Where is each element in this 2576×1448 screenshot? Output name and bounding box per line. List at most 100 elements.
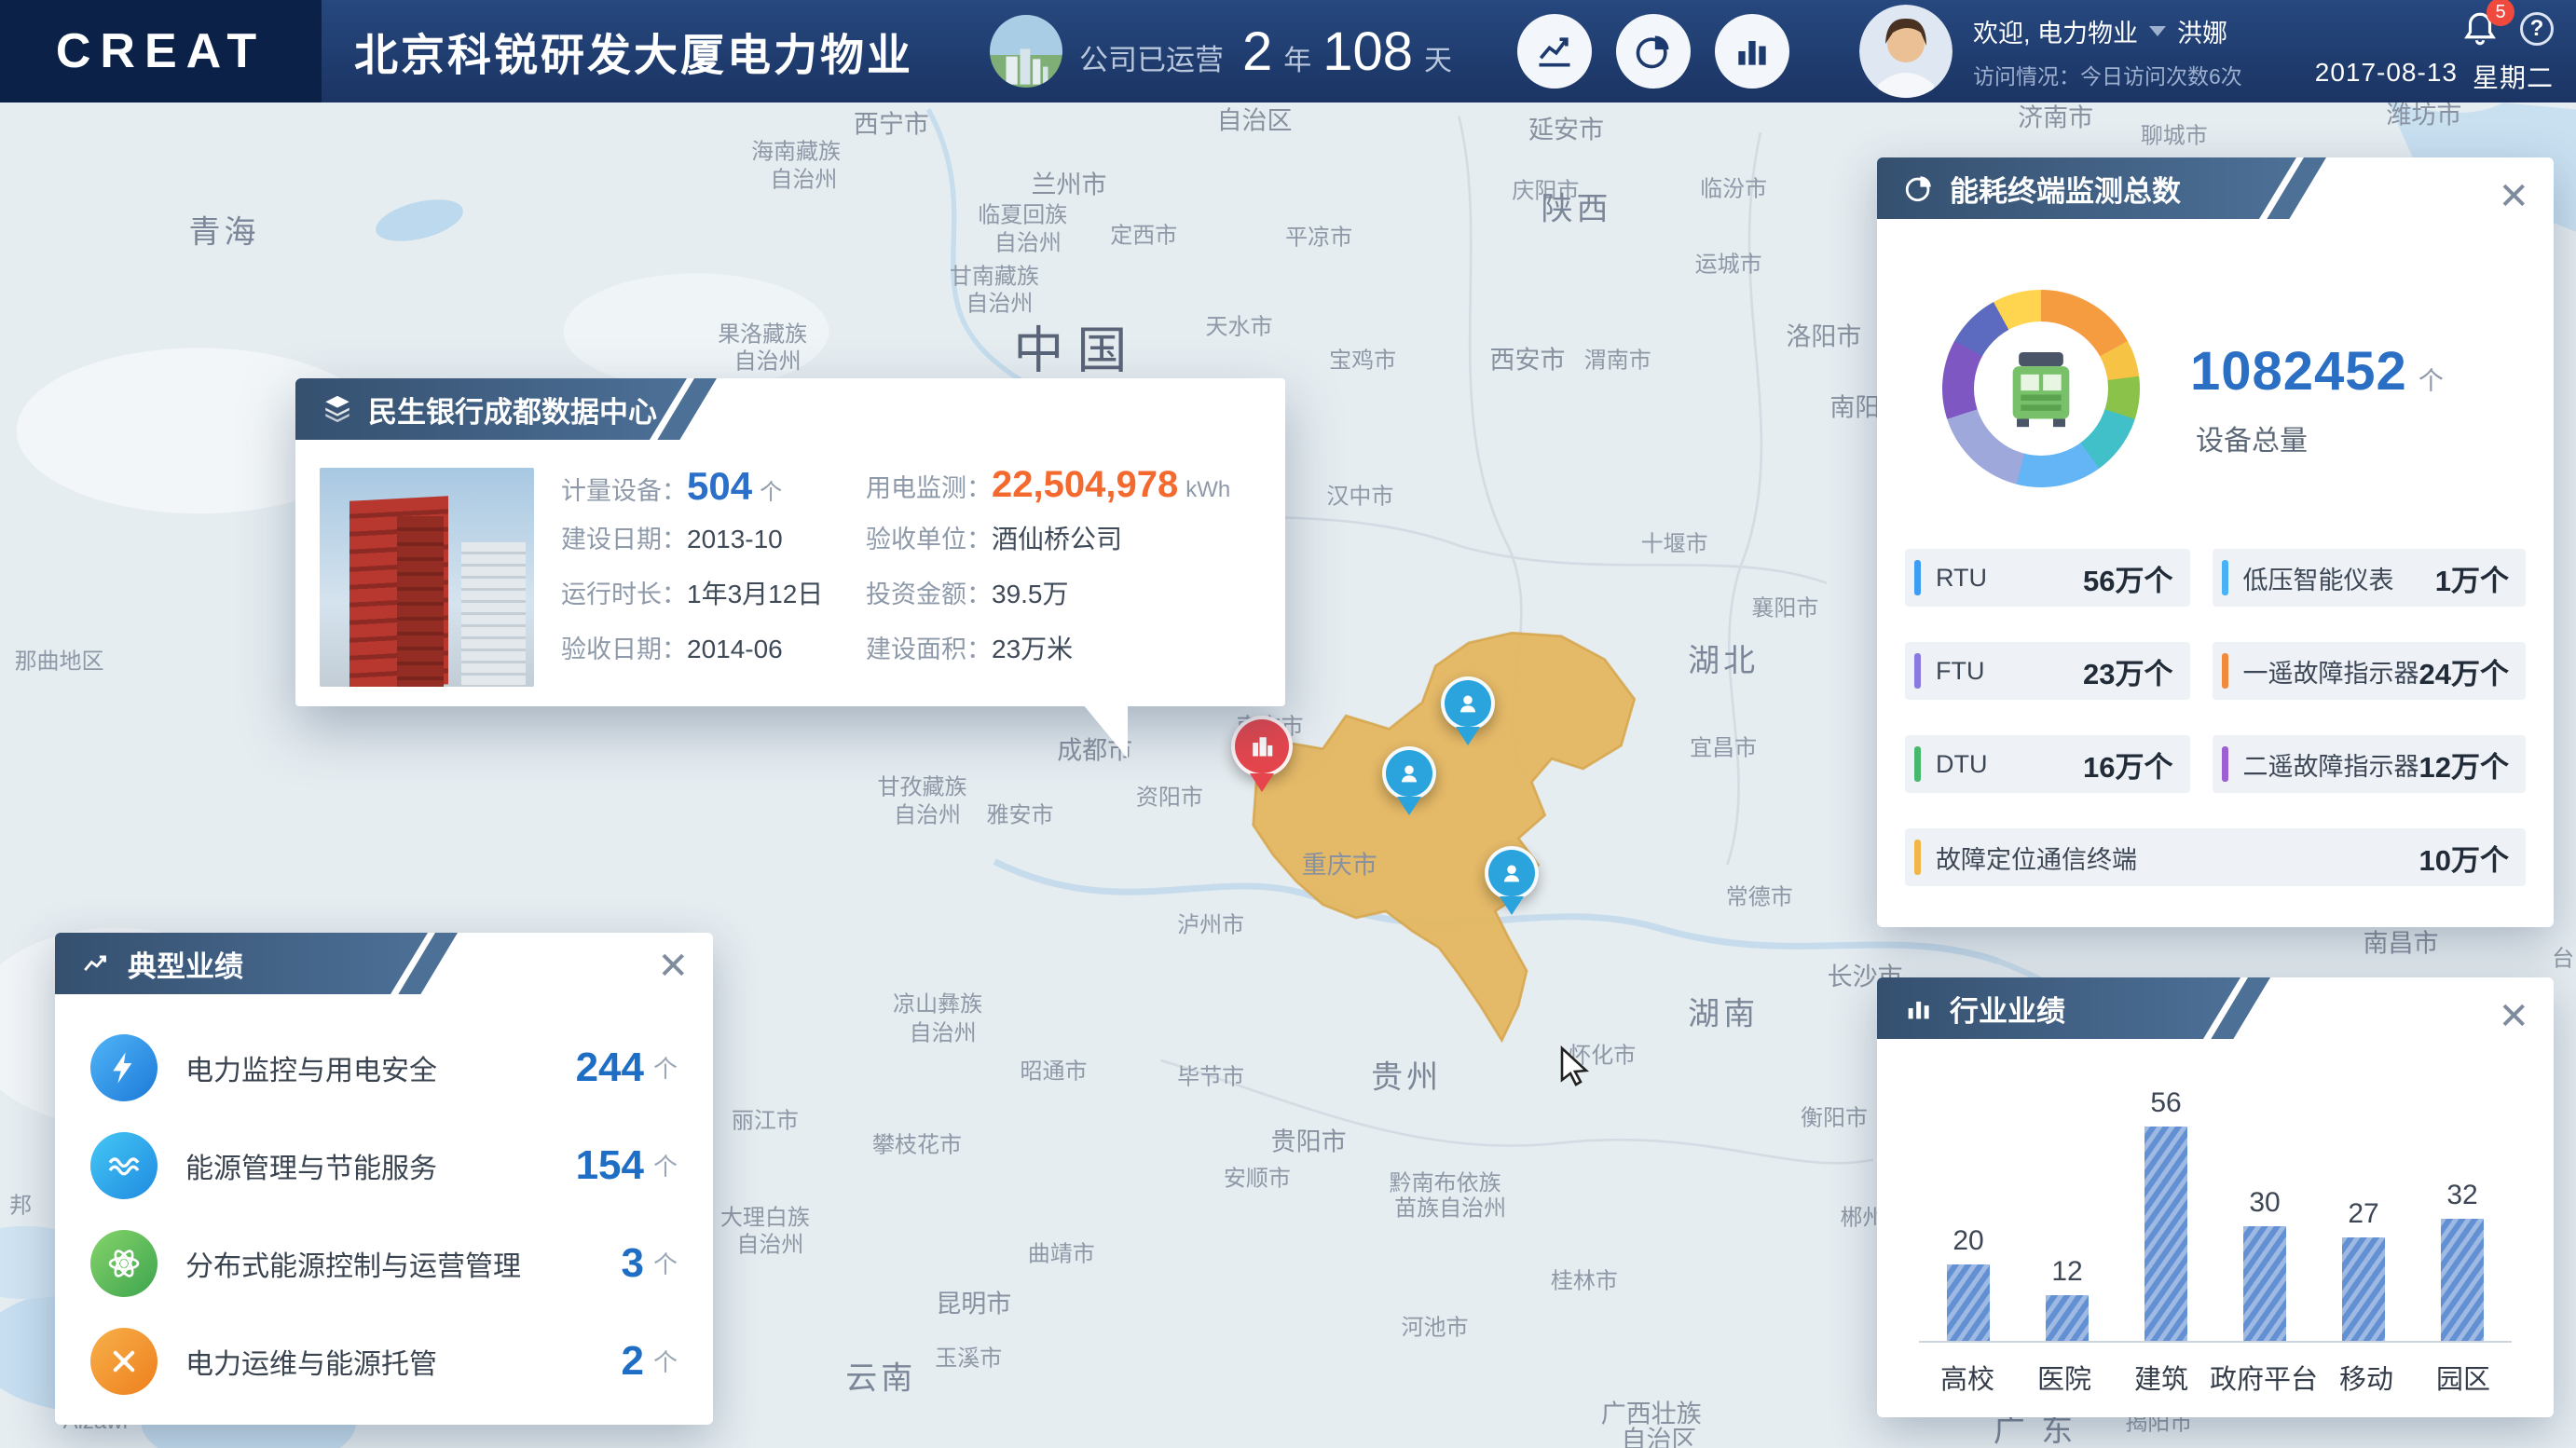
pie-chart-button[interactable] — [1616, 14, 1691, 89]
visits-text: 访问情况：今日访问次数6次 — [1973, 63, 2242, 89]
stat-cell: FTU 23万个 — [1905, 642, 2190, 700]
bar-label: 园区 — [2436, 1365, 2491, 1395]
bar-value: 12 — [2051, 1256, 2083, 1287]
stat-cell: 故障定位通信终端 10万个 — [1905, 828, 2526, 886]
operating-summary: 公司已运营 2 年 108 天 — [990, 0, 1452, 102]
bar-group: 20 — [1919, 1225, 2018, 1341]
performance-row[interactable]: 电力运维与能源托管 2 个 — [90, 1312, 678, 1410]
info-card-title: 民生银行成都数据中心 — [368, 395, 657, 429]
map-label: 平凉市 — [1285, 225, 1353, 251]
device-total: 1082452 — [2190, 341, 2407, 402]
field-label: 建设日期： — [561, 526, 687, 553]
map-label: 襄阳市 — [1751, 595, 1819, 622]
header-corner: 5 ? 2017-08-13 星期二 — [2315, 0, 2554, 95]
map-label: 自治州 — [993, 230, 1062, 256]
user-pin[interactable] — [1485, 846, 1540, 916]
bar-label: 移动 — [2339, 1365, 2394, 1395]
page-title: 北京科锐研发大厦电力物业 — [354, 30, 913, 80]
bar — [2243, 1226, 2286, 1341]
close-button[interactable]: ✕ — [2498, 998, 2529, 1035]
terminal-stats-grid: RTU 56万个 低压智能仪表 1万个 FTU 23万个 一遥故障指示器 24万个 DT… — [1905, 549, 2526, 886]
dashboard: 青海 西宁市 海南藏族 自治州 自治区 延安市 济南市 聊城市 潍坊市 兰州市 临汾市 临夏回族 自治州… — [0, 0, 2576, 1448]
user-group: 欢迎, 电力物业 洪娜 访问情况：今日访问次数6次 — [1859, 5, 2242, 98]
notification-badge: 5 — [2487, 0, 2514, 26]
field-value: 1年3月12日 — [687, 580, 824, 608]
site-pin[interactable] — [1231, 716, 1294, 793]
map-label: 湖南 — [1688, 996, 1760, 1032]
info-field: 验收单位： 酒仙桥公司 — [866, 519, 1230, 574]
performance-row[interactable]: 分布式能源控制与运营管理 3 个 — [90, 1214, 678, 1312]
bar-value: 27 — [2348, 1198, 2379, 1229]
stat-accent — [2221, 560, 2228, 595]
industry-title: 行业业绩 — [1950, 994, 2065, 1028]
stat-cell: RTU 56万个 — [1905, 549, 2190, 607]
bar-group: 27 — [2314, 1198, 2413, 1341]
operating-days: 108 — [1322, 20, 1414, 82]
close-button[interactable]: ✕ — [2498, 178, 2529, 215]
close-button[interactable]: ✕ — [657, 948, 689, 985]
map-label: 青海 — [188, 214, 260, 251]
map-label: 西安市 — [1489, 346, 1566, 375]
user-pin[interactable] — [1381, 745, 1436, 815]
device-icon — [2012, 352, 2070, 428]
bar — [1947, 1264, 1990, 1341]
map-label: 贵州 — [1371, 1059, 1443, 1096]
donut-chart-wrap — [1942, 290, 2140, 487]
performance-row[interactable]: 电力监控与用电安全 244 个 — [90, 1018, 678, 1116]
map-label: 陕西 — [1541, 191, 1612, 227]
user-name[interactable]: 洪娜 — [2177, 13, 2227, 49]
performance-unit: 个 — [652, 1153, 678, 1181]
logo[interactable]: CREAT — [0, 0, 322, 102]
performance-panel-header: 典型业绩 — [55, 933, 428, 994]
operating-days-unit: 天 — [1424, 45, 1453, 76]
performance-label: 电力运维与能源托管 — [185, 1348, 437, 1380]
device-total-unit: 个 — [2418, 367, 2444, 395]
company-building-icon — [990, 15, 1062, 88]
bar-label: 高校 — [1939, 1365, 1994, 1395]
map-label: 昆明市 — [936, 1290, 1012, 1318]
map-label: 丽江市 — [731, 1108, 799, 1134]
trend-chart-button[interactable] — [1517, 14, 1592, 89]
field-value: 酒仙桥公司 — [992, 525, 1123, 553]
industry-panel: 行业业绩 ✕ 20 12 56 30 27 32 高校 医院 建筑 政府平台 移动 园区 — [1877, 977, 2554, 1417]
info-left-column: 计量设备： 504 个 建设日期： 2013-10 运行时长： 1年3月12日 验收日期… — [561, 464, 823, 684]
info-field: 建设面积： 23万米 — [866, 629, 1230, 684]
bar-chart-button[interactable] — [1715, 14, 1789, 89]
map-label: 自治区 — [1216, 106, 1293, 135]
stat-cell: DTU 16万个 — [1905, 735, 2190, 793]
industry-bars: 20 12 56 30 27 32 — [1919, 1078, 2512, 1343]
notification-bell-icon[interactable]: 5 — [2460, 0, 2514, 48]
performance-row[interactable]: 能源管理与节能服务 154 个 — [90, 1116, 678, 1214]
bar-value: 20 — [1953, 1225, 1984, 1256]
user-avatar[interactable] — [1859, 5, 1953, 98]
field-value: 2014-06 — [687, 635, 783, 663]
stat-cell: 二遥故障指示器 12万个 — [2212, 735, 2526, 793]
stat-label: 一遥故障指示器 — [2242, 659, 2419, 688]
map-label: 西宁市 — [853, 110, 929, 139]
map-label: 渭南市 — [1583, 348, 1651, 374]
info-field: 建设日期： 2013-10 — [561, 519, 823, 574]
map-label: 泸州市 — [1177, 912, 1245, 938]
map-label: 自治州 — [736, 1232, 804, 1258]
help-icon[interactable]: ? — [2520, 12, 2554, 46]
field-label: 验收单位： — [866, 526, 992, 553]
bar — [2342, 1237, 2385, 1341]
bar-group: 32 — [2413, 1180, 2512, 1341]
performance-value: 244 — [575, 1044, 644, 1090]
stat-label: RTU — [1936, 563, 1988, 592]
map-label: 曲靖市 — [1027, 1241, 1095, 1267]
map-label: 凉山彝族 — [893, 991, 983, 1018]
industry-panel-header: 行业业绩 — [1877, 977, 2240, 1039]
performance-label: 分布式能源控制与运营管理 — [185, 1250, 521, 1282]
bar-group: 56 — [2117, 1087, 2215, 1341]
dropdown-caret-icon[interactable] — [2149, 25, 2167, 36]
lightning-icon — [90, 1033, 158, 1101]
stat-cell: 一遥故障指示器 24万个 — [2212, 642, 2526, 700]
stat-label: DTU — [1936, 749, 1988, 778]
user-pin[interactable] — [1441, 676, 1496, 746]
energy-wave-icon — [90, 1131, 158, 1199]
map-label: 贵阳市 — [1270, 1127, 1347, 1156]
map-label: 苗族自治州 — [1394, 1195, 1507, 1222]
field-value: 39.5万 — [992, 580, 1069, 608]
performance-label: 能源管理与节能服务 — [185, 1153, 437, 1184]
